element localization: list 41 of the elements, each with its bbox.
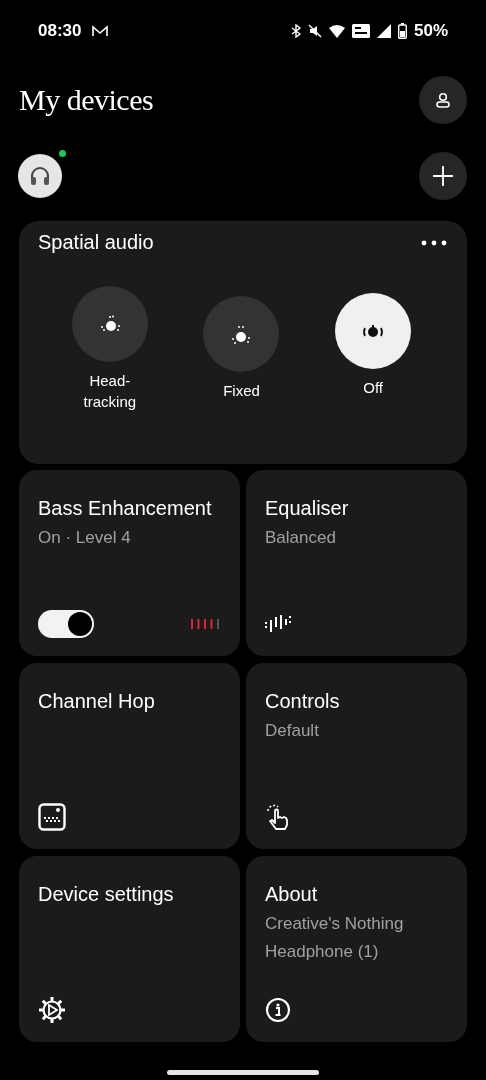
signal-icon [376,24,391,38]
tile-card[interactable]: Controls Default [246,663,467,849]
clock-time: 08:30 [38,21,82,41]
tile-title: Equaliser [265,496,350,521]
tile-title: Bass Enhancement [38,496,213,521]
info-icon [265,997,291,1023]
plus-icon [432,165,454,187]
toggle-switch[interactable] [38,610,94,638]
card-title: Spatial audio [38,231,154,254]
person-icon [434,91,452,109]
tile-title: Channel Hop [38,689,156,714]
headphones-icon [28,164,52,188]
tile-card[interactable]: About Creative's Nothing Headphone (1) [246,856,467,1042]
settings-icon [38,996,66,1024]
tile-subtitle: Creative's Nothing Headphone (1) [265,913,405,963]
tile-title: Device settings [38,882,175,907]
add-button[interactable] [419,152,467,200]
tile-subtitle: Default [265,720,320,742]
wifi-icon [328,24,345,38]
tile-card[interactable]: Device settings [19,856,240,1042]
battery-icon [397,23,407,39]
equaliser-icon [265,614,291,634]
tile-card[interactable]: Equaliser Balanced [246,470,467,656]
tile-title: About [265,882,319,907]
more-icon [421,239,447,246]
mode-label: Fixed [223,381,260,401]
bluetooth-icon [290,24,301,38]
radio-icon [38,803,66,831]
wifi-calling-icon [351,24,370,38]
tile-subtitle: On · Level 4 [38,527,132,549]
tile-card[interactable]: Bass Enhancement On · Level 4 [19,470,240,656]
mode-label: Off [363,378,383,398]
tile-title: Controls [265,689,341,714]
profile-button[interactable] [419,76,467,124]
page-title: My devices [19,83,154,117]
mode-label: Head- tracking [83,371,137,412]
tile-card[interactable]: Channel Hop [19,663,240,849]
mute-icon [307,24,322,38]
mail-icon [91,24,110,38]
battery-percentage: 50% [413,21,448,41]
tile-subtitle: Balanced [265,527,337,549]
